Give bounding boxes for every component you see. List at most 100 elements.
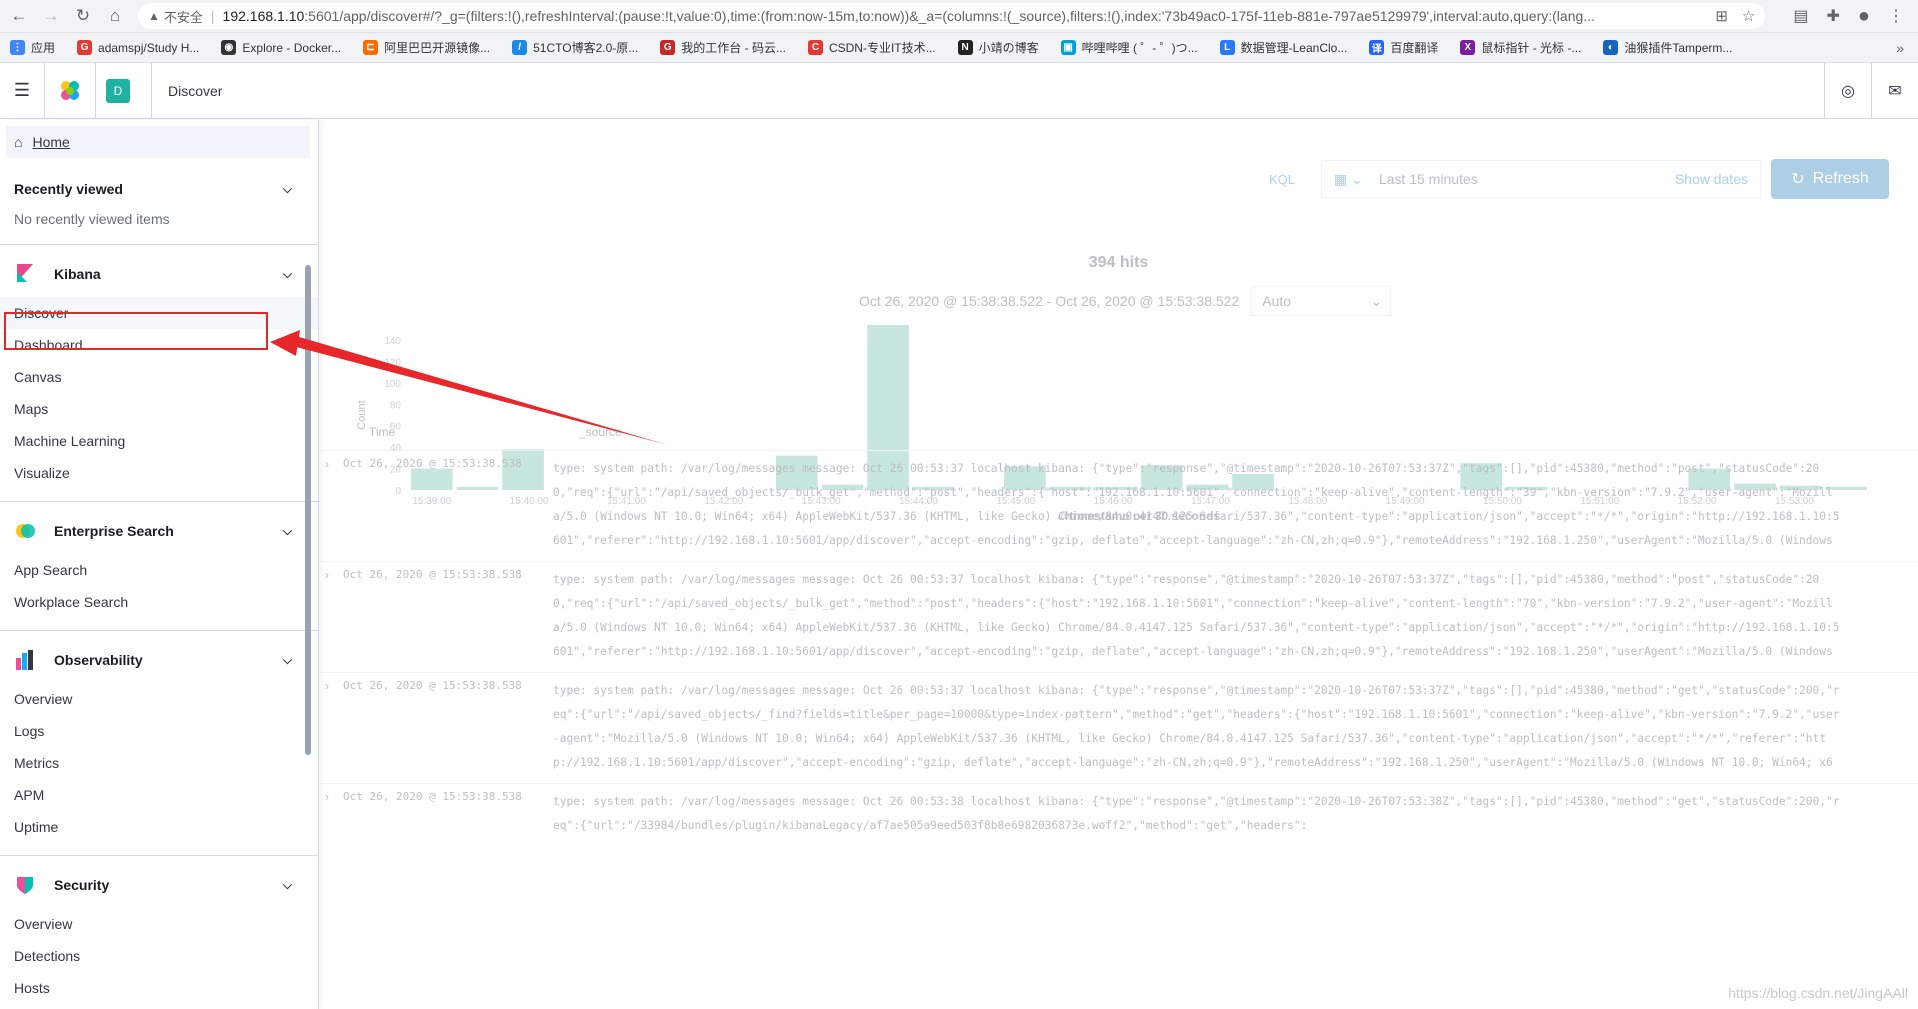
- nav-group-kibana[interactable]: Kibana ⌵: [0, 257, 318, 291]
- recently-viewed-toggle[interactable]: Recently viewed ⌵: [0, 172, 318, 206]
- profile-icon[interactable]: ●: [1858, 5, 1870, 28]
- expand-chevron-icon[interactable]: ›: [319, 790, 343, 886]
- bookmark-item[interactable]: G 我的工作台 - 码云...: [660, 39, 786, 56]
- column-time[interactable]: Time: [369, 425, 579, 439]
- doc-source: type: system path: /var/log/messages mes…: [553, 462, 1840, 547]
- space-selector[interactable]: D: [96, 62, 152, 119]
- chevron-down-icon: ⌵: [282, 877, 292, 892]
- nav-item-canvas[interactable]: Canvas: [0, 361, 318, 393]
- document-table: › Oct 26, 2020 @ 15:53:38.538 type: system…: [319, 450, 1918, 894]
- back-icon[interactable]: ←: [6, 3, 32, 29]
- table-row: › Oct 26, 2020 @ 15:53:38.538 type: system…: [319, 561, 1918, 672]
- nav-group-security[interactable]: Security ⌵: [0, 868, 318, 902]
- menu-icon[interactable]: ☰: [0, 80, 44, 101]
- nav-item-metrics[interactable]: Metrics: [0, 747, 318, 779]
- chevron-down-icon: ⌵: [282, 523, 292, 538]
- nav-item-visualize[interactable]: Visualize: [0, 457, 318, 489]
- refresh-button[interactable]: ↻ Refresh: [1771, 159, 1889, 199]
- nav-item-maps[interactable]: Maps: [0, 393, 318, 425]
- watermark: https://blog.csdn.net/JingAAll: [1728, 985, 1908, 1001]
- nav-item-overview[interactable]: Overview: [0, 908, 318, 940]
- discover-main: KQL ▦ ⌄ Last 15 minutes Show dates ↻ Refr…: [319, 120, 1918, 1009]
- bookmark-item[interactable]: L 数据管理-LeanClo...: [1219, 39, 1347, 56]
- bookmark-item[interactable]: 译百度翻译: [1369, 39, 1438, 56]
- address-separator: |: [210, 8, 215, 24]
- chevron-down-icon: ⌵: [282, 652, 292, 667]
- mail-icon[interactable]: ✉: [1871, 62, 1918, 119]
- doc-time: Oct 26, 2020 @ 15:53:38.538: [343, 790, 522, 803]
- extension-icon[interactable]: ▤: [1793, 6, 1808, 26]
- nav-item-overview[interactable]: Overview: [0, 683, 318, 715]
- nav-home[interactable]: ⌂ Home: [6, 126, 310, 158]
- bookmark-favicon-icon: ◐: [1603, 40, 1619, 55]
- bookmark-item[interactable]: C CSDN-专业IT技术...: [807, 39, 936, 56]
- bookmark-favicon-icon: ◉: [221, 40, 237, 55]
- url-text: 192.168.1.10:5601/app/discover#/?_g=(fil…: [222, 8, 1595, 24]
- nav-item-detections[interactable]: Detections: [0, 940, 318, 972]
- bookmark-item[interactable]: X 鼠标指针 - 光标 -...: [1460, 39, 1581, 56]
- nav-item-machine-learning[interactable]: Machine Learning: [0, 425, 318, 457]
- y-axis-label: Count: [356, 400, 368, 429]
- bookmark-item[interactable]: ◐ 油猴插件Tamperm...: [1603, 39, 1732, 56]
- bookmark-favicon-icon: L: [1219, 40, 1235, 55]
- security-logo-icon: [14, 874, 36, 896]
- elastic-logo[interactable]: [44, 62, 96, 119]
- nav-item-discover[interactable]: Discover: [0, 297, 318, 329]
- bookmark-item[interactable]: ⊏ 阿里巴巴开源镜像...: [363, 39, 490, 56]
- bookmark-item[interactable]: ◉ Explore - Docker...: [221, 40, 341, 55]
- home-icon: ⌂: [14, 134, 23, 150]
- bookmarks-overflow-icon[interactable]: »: [1896, 40, 1904, 56]
- expand-chevron-icon[interactable]: ›: [319, 457, 343, 553]
- bookmark-favicon-icon: G: [660, 40, 676, 55]
- divider: [0, 855, 318, 856]
- nav-item-workplace-search[interactable]: Workplace Search: [0, 586, 318, 618]
- forward-icon[interactable]: →: [38, 3, 64, 29]
- doc-time: Oct 26, 2020 @ 15:53:38.538: [343, 568, 522, 581]
- kql-toggle[interactable]: KQL: [1269, 172, 1311, 187]
- doc-time: Oct 26, 2020 @ 15:53:38.538: [343, 457, 522, 470]
- nav-item-dashboard[interactable]: Dashboard: [0, 329, 318, 361]
- nav-item-apm[interactable]: APM: [0, 779, 318, 811]
- sidebar-scrollbar[interactable]: [305, 265, 311, 755]
- puzzle-icon[interactable]: ✚: [1827, 6, 1840, 26]
- nav-item-logs[interactable]: Logs: [0, 715, 318, 747]
- expand-chevron-icon[interactable]: ›: [319, 679, 343, 775]
- nav-item-app-search[interactable]: App Search: [0, 554, 318, 586]
- bookmark-item[interactable]: /51CTO博客2.0-原...: [512, 39, 638, 56]
- y-tick-label: 80: [390, 400, 402, 411]
- bookmarks-bar: ⋮ 应用 Gadamspj/Study H... ◉ Explore - Docker.…: [0, 33, 1918, 63]
- date-picker[interactable]: ▦ ⌄ Last 15 minutes Show dates: [1321, 160, 1761, 198]
- divider: [0, 501, 318, 502]
- table-row: › Oct 26, 2020 @ 15:53:38.538 type: system…: [319, 672, 1918, 783]
- doc-source: type: system path: /var/log/messages mes…: [553, 573, 1840, 658]
- divider: [0, 244, 318, 245]
- calendar-icon[interactable]: ▦ ⌄: [1334, 171, 1363, 188]
- bookmark-favicon-icon: 译: [1369, 40, 1385, 55]
- reload-icon[interactable]: ↻: [70, 3, 96, 29]
- bookmark-favicon-icon: N: [957, 40, 973, 55]
- expand-chevron-icon[interactable]: ›: [319, 568, 343, 664]
- translate-icon[interactable]: ⊞: [1715, 7, 1728, 25]
- bookmark-item[interactable]: N 小靖の博客: [957, 39, 1039, 56]
- address-bar[interactable]: ▲ 不安全 | 192.168.1.10:5601/app/discover#/…: [138, 3, 1766, 29]
- enterprise-search-logo-icon: [14, 520, 36, 542]
- bookmark-favicon-icon: ⋮: [10, 40, 25, 55]
- star-icon[interactable]: ☆: [1742, 7, 1755, 25]
- interval-select[interactable]: Auto ⌄: [1251, 286, 1392, 316]
- nav-item-uptime[interactable]: Uptime: [0, 811, 318, 843]
- nav-item-hosts[interactable]: Hosts: [0, 972, 318, 1004]
- menu-dots-icon[interactable]: ⋮: [1888, 6, 1904, 26]
- bookmark-item[interactable]: Gadamspj/Study H...: [77, 40, 199, 55]
- show-dates-link[interactable]: Show dates: [1675, 171, 1748, 187]
- bookmark-item[interactable]: ▣ 哔哩哔哩 ( ゜- ゜)つ...: [1060, 39, 1198, 56]
- nav-group-observability[interactable]: Observability ⌵: [0, 643, 318, 677]
- nav-group-enterprise-search[interactable]: Enterprise Search ⌵: [0, 514, 318, 548]
- help-icon[interactable]: ◎: [1824, 62, 1871, 119]
- home-icon[interactable]: ⌂: [102, 3, 128, 29]
- bookmark-item[interactable]: ⋮ 应用: [10, 39, 55, 56]
- bookmark-favicon-icon: X: [1460, 40, 1476, 55]
- table-row: › Oct 26, 2020 @ 15:53:38.538 type: system…: [319, 783, 1918, 894]
- y-tick-label: 140: [384, 336, 401, 347]
- bookmark-favicon-icon: G: [77, 40, 93, 55]
- warning-icon: ▲: [148, 9, 160, 23]
